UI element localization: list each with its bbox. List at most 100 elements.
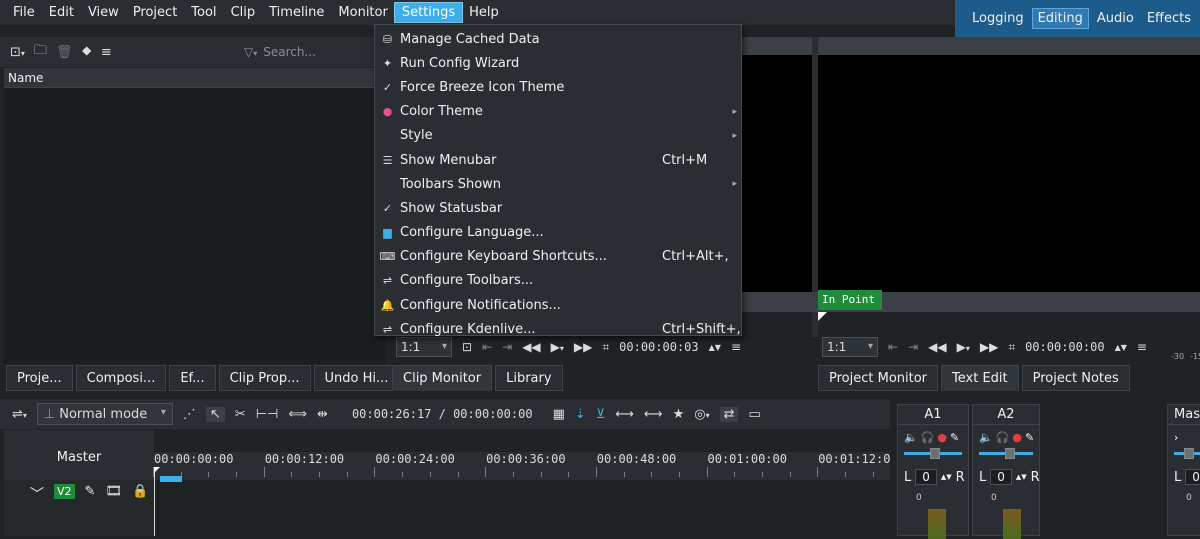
headphones-icon[interactable]: 🎧 — [921, 431, 935, 444]
menu-item-force-breeze-icon-theme[interactable]: ✓ Force Breeze Icon Theme — [375, 75, 741, 99]
project-timecode[interactable]: 00:00:00:00 — [1025, 340, 1104, 354]
menu-item-color-theme[interactable]: ● Color Theme ▸ — [375, 100, 741, 124]
menu-project[interactable]: Project — [126, 3, 184, 22]
menu-settings[interactable]: Settings — [393, 2, 464, 23]
stepper-icon[interactable]: ▲▼ — [1016, 473, 1027, 481]
workspace-effects[interactable]: Effects — [1142, 9, 1196, 28]
project-monitor-screen[interactable] — [818, 55, 1200, 292]
stepper-icon[interactable]: ▲▼ — [1115, 343, 1127, 352]
snap-icon[interactable]: ◎▾ — [694, 407, 709, 422]
menu-item-run-config-wizard[interactable]: ✦ Run Config Wizard — [375, 51, 741, 75]
playhead-marker[interactable] — [154, 467, 160, 473]
mixer-toggle-icon[interactable]: ⇄ — [719, 406, 739, 422]
slip-tool-icon[interactable]: ⊢⊣ — [256, 407, 279, 422]
balance-value[interactable]: 0 — [915, 469, 937, 485]
crop-icon[interactable]: ⌗ — [1008, 340, 1015, 355]
menu-help[interactable]: Help — [462, 3, 506, 22]
headphones-icon[interactable]: 🎧 — [996, 431, 1010, 444]
menu-item-configure-notifications[interactable]: 🔔 Configure Notifications... — [375, 293, 741, 317]
tab-project-monitor[interactable]: Project Monitor — [818, 365, 939, 391]
timeline-ruler[interactable]: 00:00:00:00 00:00:12:00 00:00:24:00 00:00:3… — [153, 452, 902, 480]
favorite-icon[interactable]: ★ — [673, 407, 685, 422]
master-track-header[interactable]: Master — [4, 430, 154, 480]
expand-icon[interactable]: › — [1174, 431, 1178, 444]
rewind-icon[interactable]: ◀◀ — [522, 340, 540, 354]
tab-proje[interactable]: Proje... — [6, 365, 73, 391]
overwrite-icon[interactable]: ⊻ — [596, 407, 606, 422]
track-header-v2[interactable]: ﹀ V2 ✎ 🎞 🔒 — [4, 480, 154, 536]
set-in-icon[interactable]: ⇤ — [482, 340, 492, 354]
play-icon[interactable]: ▶▾ — [551, 340, 564, 354]
menu-view[interactable]: View — [81, 3, 126, 22]
menu-file[interactable]: File — [6, 3, 42, 22]
record-icon[interactable]: ● — [937, 431, 947, 444]
split-icon[interactable]: ▦ — [553, 407, 565, 422]
roll-tool-icon[interactable]: ⇹ — [317, 407, 328, 422]
select-tool-icon[interactable]: ↖ — [205, 406, 225, 422]
crop-icon[interactable]: ⌗ — [602, 340, 609, 355]
set-out-icon[interactable]: ⇥ — [502, 340, 512, 354]
search-input[interactable]: Search... — [263, 45, 316, 59]
menu-edit[interactable]: Edit — [42, 3, 81, 22]
play-icon[interactable]: ▶▾ — [957, 340, 970, 354]
menu-clip[interactable]: Clip — [224, 3, 263, 22]
volume-knob[interactable] — [1005, 448, 1015, 459]
volume-slider[interactable] — [904, 448, 962, 459]
tab-project-notes[interactable]: Project Notes — [1021, 365, 1130, 391]
tag-icon[interactable]: ⯁ — [81, 45, 91, 60]
tab-ef[interactable]: Ef... — [169, 365, 216, 391]
spacer-tool-icon[interactable]: ⋰ — [183, 407, 196, 422]
menu-item-show-statusbar[interactable]: ✓ Show Statusbar — [375, 196, 741, 220]
folder-icon[interactable]: 🗀 — [34, 41, 47, 63]
monitor-menu-icon[interactable]: ≡ — [731, 340, 741, 354]
effect-icon[interactable]: ✎ — [85, 484, 96, 499]
project-bin-list[interactable] — [4, 88, 386, 364]
collapse-icon[interactable]: ﹀ — [30, 484, 44, 504]
menu-monitor[interactable]: Monitor — [331, 3, 394, 22]
menu-item-manage-cached-data[interactable]: ⛁ Manage Cached Data — [375, 27, 741, 51]
menu-item-configure-toolbars[interactable]: ⇌ Configure Toolbars... — [375, 269, 741, 293]
film-icon[interactable]: 🎞 — [105, 484, 122, 499]
bin-column-name[interactable]: Name — [4, 68, 386, 88]
track-config-icon[interactable]: ⇌▾ — [12, 407, 27, 422]
track-area-v2[interactable] — [154, 480, 890, 536]
speaker-icon[interactable]: 🔈 — [979, 431, 993, 444]
tab-clip-monitor[interactable]: Clip Monitor — [392, 365, 493, 391]
trash-icon[interactable]: 🗑 — [56, 45, 73, 60]
menu-item-style[interactable]: Style ▸ — [375, 124, 741, 148]
tab-text-edit[interactable]: Text Edit — [941, 365, 1019, 391]
balance-value[interactable]: 0 — [1185, 469, 1200, 485]
zone-marker[interactable] — [160, 476, 182, 482]
lock-icon[interactable]: 🔒 — [132, 484, 148, 499]
menu-timeline[interactable]: Timeline — [262, 3, 331, 22]
monitor-menu-icon[interactable]: ≡ — [1137, 340, 1147, 354]
fit-icon[interactable]: ⊡ — [462, 340, 472, 354]
menu-item-configure-kdenlive[interactable]: ⇌ Configure Kdenlive... Ctrl+Shift+, — [375, 317, 741, 341]
tab-undo-hi[interactable]: Undo Hi... — [313, 365, 400, 391]
rewind-icon[interactable]: ◀◀ — [928, 340, 946, 354]
menu-item-toolbars-shown[interactable]: Toolbars Shown ▸ — [375, 172, 741, 196]
set-in-icon[interactable]: ⇤ — [888, 340, 898, 354]
tab-composi[interactable]: Composi... — [75, 365, 167, 391]
balance-value[interactable]: 0 — [990, 469, 1012, 485]
speaker-icon[interactable]: 🔈 — [904, 431, 918, 444]
tab-library[interactable]: Library — [495, 365, 563, 391]
stepper-icon[interactable]: ▲▼ — [709, 343, 721, 352]
forward-icon[interactable]: ▶▶ — [980, 340, 998, 354]
clip-timecode[interactable]: 00:00:00:03 — [619, 340, 698, 354]
edit-icon[interactable]: ✎ — [950, 431, 959, 444]
volume-slider[interactable] — [1174, 448, 1200, 459]
workspace-logging[interactable]: Logging — [967, 9, 1029, 28]
tab-clip-prop[interactable]: Clip Prop... — [218, 365, 311, 391]
project-zoom-select[interactable]: 1:1 — [822, 337, 878, 357]
menu-icon[interactable]: ≡ — [101, 45, 112, 60]
volume-slider[interactable] — [979, 448, 1033, 459]
ripple-tool-icon[interactable]: ⟺ — [288, 407, 307, 422]
extract-icon[interactable]: ⟷ — [644, 407, 663, 422]
volume-knob[interactable] — [930, 448, 940, 459]
playhead[interactable] — [154, 468, 155, 536]
menu-item-show-menubar[interactable]: ☰ Show Menubar Ctrl+M — [375, 148, 741, 172]
workspace-editing[interactable]: Editing — [1031, 8, 1089, 29]
insert-icon[interactable]: ⇣ — [575, 407, 586, 422]
add-clip-icon[interactable]: ⊡▾ — [10, 45, 25, 60]
